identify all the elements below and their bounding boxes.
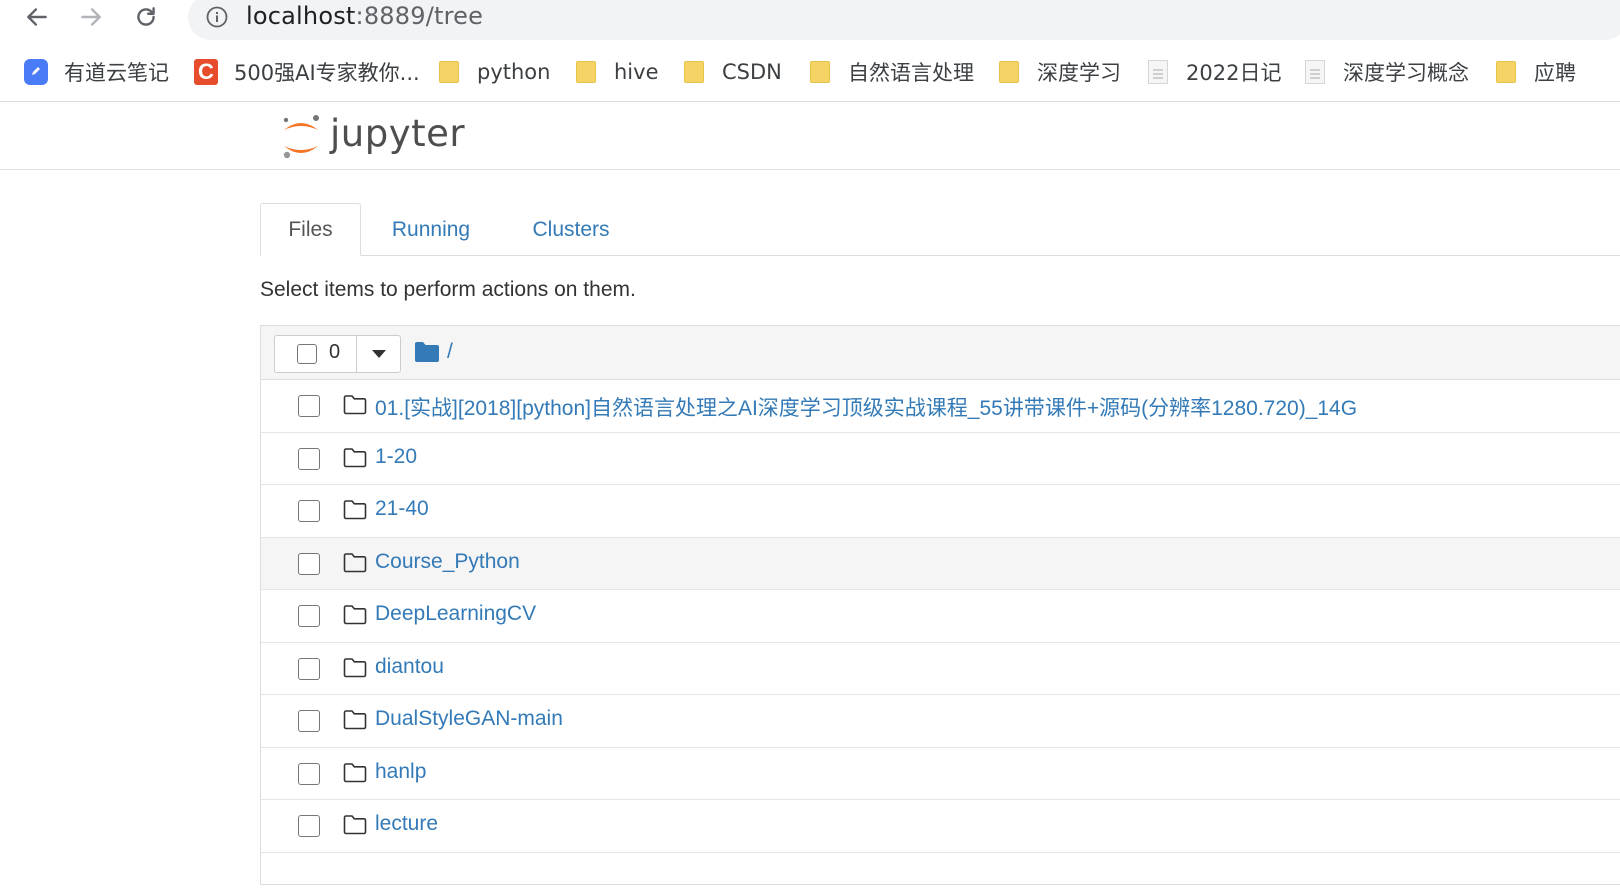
file-list-header: 0 /: [261, 326, 1620, 380]
item-checkbox[interactable]: [298, 710, 320, 732]
item-name-link[interactable]: DualStyleGAN-main: [375, 707, 563, 731]
bookmark-dl-concepts[interactable]: 深度学习概念: [1303, 52, 1469, 92]
folder-icon: [343, 447, 367, 467]
bookmark-label: 500强AI专家教你...: [234, 61, 420, 85]
list-item[interactable]: 1-20: [261, 433, 1620, 485]
bookmarks-bar: 有道云笔记 C 500强AI专家教你... python hive CSDN 自…: [0, 52, 1620, 92]
info-icon[interactable]: [206, 6, 228, 28]
list-item[interactable]: Course_Python: [261, 537, 1620, 590]
bookmark-python[interactable]: python: [437, 52, 550, 92]
item-name-link[interactable]: lecture: [375, 812, 438, 836]
bookmark-label: 2022日记: [1186, 61, 1282, 85]
item-checkbox[interactable]: [298, 447, 320, 470]
bookmark-label: CSDN: [722, 60, 782, 84]
address-bar[interactable]: localhost:8889/tree: [188, 0, 1620, 40]
folder-icon: [343, 605, 367, 625]
url-text[interactable]: localhost:8889/tree: [246, 1, 483, 31]
bookmark-label: hive: [614, 60, 659, 84]
folder-icon: [343, 815, 367, 835]
folder-icon: [574, 60, 598, 84]
reload-icon[interactable]: [126, 0, 166, 34]
item-checkbox[interactable]: [298, 395, 320, 417]
list-item[interactable]: diantou: [261, 643, 1620, 695]
folder-icon: [343, 710, 367, 730]
folder-icon: [343, 500, 367, 520]
item-name-link[interactable]: diantou: [375, 655, 444, 679]
caret-down-icon: [372, 349, 386, 358]
csdn-icon: C: [194, 59, 218, 85]
list-item[interactable]: 21-40: [261, 485, 1620, 538]
jupyter-logo[interactable]: jupyter: [280, 112, 480, 162]
bookmark-csdn[interactable]: CSDN: [682, 52, 782, 92]
list-item[interactable]: hanlp: [261, 748, 1620, 800]
folder-icon: [997, 60, 1021, 84]
item-name-link[interactable]: Course_Python: [375, 550, 520, 574]
folder-icon: [808, 60, 832, 84]
select-all-control: 0: [274, 335, 401, 373]
bookmark-label: 应聘: [1534, 61, 1576, 85]
tab-bar: Files Running Clusters: [260, 203, 1620, 256]
bookmark-deep-learning[interactable]: 深度学习: [997, 52, 1121, 92]
breadcrumb-root[interactable]: /: [447, 340, 453, 364]
select-dropdown-button[interactable]: [357, 336, 401, 372]
bookmark-label: python: [477, 60, 551, 84]
item-checkbox[interactable]: [298, 815, 320, 837]
item-name-link[interactable]: 01.[实战][2018][python]自然语言处理之AI深度学习顶级实战课程…: [375, 392, 1357, 422]
url-path: :8889/tree: [355, 2, 484, 30]
forward-arrow-icon[interactable]: [71, 0, 111, 34]
bookmark-youdao[interactable]: 有道云笔记: [24, 52, 169, 92]
bookmark-label: 有道云笔记: [64, 61, 169, 85]
list-item[interactable]: DualStyleGAN-main: [261, 695, 1620, 748]
selected-count: 0: [329, 341, 341, 363]
jupyter-logo-icon: [283, 115, 319, 159]
bookmark-500ai[interactable]: C 500强AI专家教你...: [194, 52, 420, 92]
folder-icon[interactable]: [415, 342, 439, 362]
item-checkbox[interactable]: [298, 552, 320, 575]
browser-toolbar: localhost:8889/tree: [0, 0, 1620, 40]
item-name-link[interactable]: 1-20: [375, 445, 417, 469]
folder-icon: [437, 60, 461, 84]
folder-icon: [682, 60, 706, 84]
instructions-text: Select items to perform actions on them.: [260, 278, 636, 301]
folder-icon: [343, 395, 367, 415]
page-icon: [1146, 60, 1170, 84]
item-name-link[interactable]: DeepLearningCV: [375, 602, 536, 626]
jupyter-header: jupyter: [0, 102, 1620, 170]
tab-clusters[interactable]: Clusters: [516, 203, 626, 256]
bookmark-label: 深度学习概念: [1343, 61, 1469, 85]
list-item[interactable]: 01.[实战][2018][python]自然语言处理之AI深度学习顶级实战课程…: [261, 380, 1620, 433]
item-checkbox[interactable]: [298, 657, 320, 680]
bookmark-label: 自然语言处理: [848, 61, 974, 85]
item-checkbox[interactable]: [298, 500, 320, 522]
jupyter-logo-text: jupyter: [330, 112, 466, 155]
item-name-link[interactable]: hanlp: [375, 760, 426, 784]
list-item[interactable]: lecture: [261, 800, 1620, 853]
youdao-icon: [24, 59, 48, 85]
tab-files[interactable]: Files: [260, 203, 361, 256]
item-checkbox[interactable]: [298, 605, 320, 627]
bookmark-label: 深度学习: [1037, 61, 1121, 85]
select-all-checkbox[interactable]: [297, 344, 317, 364]
bookmark-nlp[interactable]: 自然语言处理: [808, 52, 974, 92]
folder-icon: [343, 762, 367, 782]
bookmark-hive[interactable]: hive: [574, 52, 659, 92]
tab-running[interactable]: Running: [372, 203, 490, 256]
list-item[interactable]: DeepLearningCV: [261, 590, 1620, 643]
back-arrow-icon[interactable]: [17, 0, 57, 34]
folder-icon: [1494, 60, 1518, 84]
item-checkbox[interactable]: [298, 762, 320, 785]
file-list: 0 / 01.[实战][2018][python]自然语言处理之AI深度学习顶级…: [260, 325, 1620, 885]
page-icon: [1303, 60, 1327, 84]
bookmark-2022-diary[interactable]: 2022日记: [1146, 52, 1281, 92]
breadcrumb: /: [415, 340, 453, 364]
folder-icon: [343, 657, 367, 677]
item-name-link[interactable]: 21-40: [375, 497, 429, 521]
bookmark-job[interactable]: 应聘: [1494, 52, 1576, 92]
url-host: localhost: [246, 2, 356, 30]
folder-icon: [343, 552, 367, 572]
